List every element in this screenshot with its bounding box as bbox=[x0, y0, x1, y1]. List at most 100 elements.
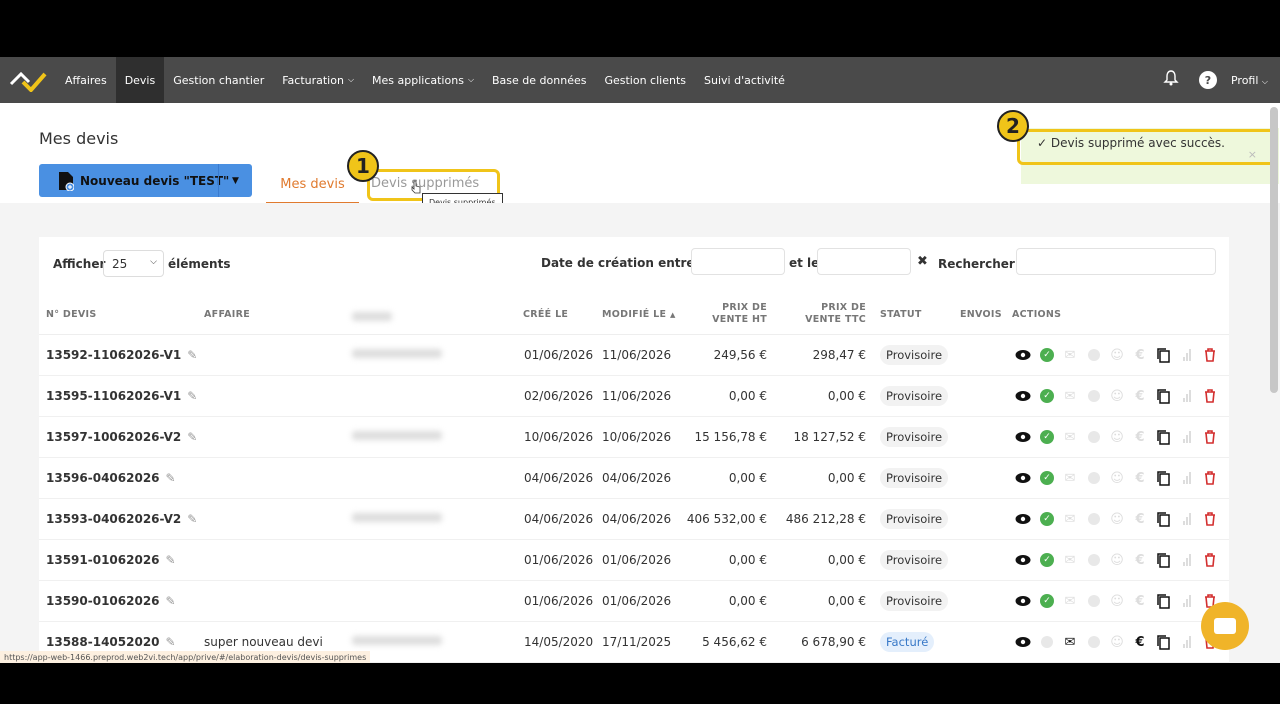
eye-icon[interactable] bbox=[1015, 347, 1031, 363]
nav-item-affaires[interactable]: Affaires bbox=[56, 57, 116, 103]
copy-icon[interactable] bbox=[1155, 634, 1171, 650]
check-green-icon[interactable]: ✓ bbox=[1039, 429, 1055, 445]
th-price-ttc[interactable]: PRIX DE VENTE TTC bbox=[789, 302, 866, 326]
mail-icon[interactable]: ✉ bbox=[1062, 511, 1078, 527]
mail-icon[interactable]: ✉ bbox=[1062, 593, 1078, 609]
date-from-input[interactable] bbox=[691, 248, 785, 275]
euro-icon[interactable]: € bbox=[1132, 511, 1148, 527]
copy-icon[interactable] bbox=[1155, 347, 1171, 363]
stats-icon[interactable] bbox=[1179, 593, 1195, 609]
smiley-icon[interactable]: ☺ bbox=[1109, 429, 1125, 445]
euro-icon[interactable]: € bbox=[1132, 347, 1148, 363]
edit-pencil-icon[interactable]: ✎ bbox=[166, 471, 176, 485]
table-row[interactable]: 13595-11062026-V1 ✎ 02/06/2026 11/06/2026 0,… bbox=[39, 376, 1229, 417]
smiley-icon[interactable]: ☺ bbox=[1109, 552, 1125, 568]
edit-pencil-icon[interactable]: ✎ bbox=[166, 635, 176, 649]
eye-icon[interactable] bbox=[1015, 634, 1031, 650]
stats-icon[interactable] bbox=[1179, 388, 1195, 404]
edit-pencil-icon[interactable]: ✎ bbox=[187, 389, 197, 403]
euro-icon[interactable]: € bbox=[1132, 593, 1148, 609]
quote-number[interactable]: 13588-14052020 ✎ bbox=[46, 635, 176, 649]
trash-icon[interactable] bbox=[1202, 388, 1218, 404]
quote-number[interactable]: 13593-04062026-V2 ✎ bbox=[46, 512, 197, 526]
sad-face-icon[interactable] bbox=[1086, 593, 1102, 609]
stats-icon[interactable] bbox=[1179, 511, 1195, 527]
th-status[interactable]: STATUT bbox=[880, 309, 922, 320]
table-row[interactable]: 13597-10062026-V2 ✎ 10/06/2026 10/06/2026 15… bbox=[39, 417, 1229, 458]
euro-icon[interactable]: € bbox=[1132, 388, 1148, 404]
check-green-icon[interactable]: ✓ bbox=[1039, 552, 1055, 568]
check-disabled-icon[interactable] bbox=[1039, 634, 1055, 650]
euro-icon[interactable]: € bbox=[1132, 429, 1148, 445]
stats-icon[interactable] bbox=[1179, 470, 1195, 486]
eye-icon[interactable] bbox=[1015, 429, 1031, 445]
app-logo[interactable] bbox=[0, 57, 56, 103]
smiley-icon[interactable]: ☺ bbox=[1109, 470, 1125, 486]
new-quote-dropdown-toggle[interactable]: ▼ bbox=[218, 164, 252, 197]
euro-icon[interactable]: € bbox=[1132, 552, 1148, 568]
stats-icon[interactable] bbox=[1179, 552, 1195, 568]
th-price-ht[interactable]: PRIX DE VENTE HT bbox=[699, 302, 767, 326]
mail-icon[interactable]: ✉ bbox=[1062, 429, 1078, 445]
smiley-icon[interactable]: ☺ bbox=[1109, 593, 1125, 609]
table-row[interactable]: 13593-04062026-V2 ✎ 04/06/2026 04/06/2026 40… bbox=[39, 499, 1229, 540]
help-icon[interactable]: ? bbox=[1198, 71, 1217, 89]
nav-item-gestion-chantier[interactable]: Gestion chantier bbox=[164, 57, 273, 103]
bell-icon[interactable] bbox=[1163, 70, 1179, 90]
sad-face-icon[interactable] bbox=[1086, 470, 1102, 486]
trash-icon[interactable] bbox=[1202, 470, 1218, 486]
quote-number[interactable]: 13596-04062026 ✎ bbox=[46, 471, 176, 485]
edit-pencil-icon[interactable]: ✎ bbox=[166, 553, 176, 567]
new-quote-button[interactable]: Nouveau devis "TEST" ▼ bbox=[39, 164, 252, 197]
trash-icon[interactable] bbox=[1202, 429, 1218, 445]
th-created[interactable]: CRÉÉ LE bbox=[523, 309, 568, 320]
edit-pencil-icon[interactable]: ✎ bbox=[187, 512, 197, 526]
nav-item-mes-applications[interactable]: Mes applications ⌵ bbox=[363, 57, 483, 103]
nav-item-suivi-d-activit-[interactable]: Suivi d'activité bbox=[695, 57, 794, 103]
copy-icon[interactable] bbox=[1155, 429, 1171, 445]
eye-icon[interactable] bbox=[1015, 511, 1031, 527]
trash-icon[interactable] bbox=[1202, 552, 1218, 568]
table-row[interactable]: 13592-11062026-V1 ✎ 01/06/2026 11/06/2026 24… bbox=[39, 335, 1229, 376]
euro-icon[interactable]: € bbox=[1132, 470, 1148, 486]
chat-button[interactable] bbox=[1201, 602, 1249, 650]
date-to-input[interactable] bbox=[817, 248, 911, 275]
stats-icon[interactable] bbox=[1179, 429, 1195, 445]
check-green-icon[interactable]: ✓ bbox=[1039, 593, 1055, 609]
euro-icon[interactable]: € bbox=[1132, 634, 1148, 650]
edit-pencil-icon[interactable]: ✎ bbox=[187, 430, 197, 444]
mail-icon[interactable]: ✉ bbox=[1062, 347, 1078, 363]
th-number[interactable]: N° DEVIS bbox=[46, 309, 97, 320]
stats-icon[interactable] bbox=[1179, 634, 1195, 650]
nav-item-base-de-donn-es[interactable]: Base de données bbox=[483, 57, 595, 103]
eye-icon[interactable] bbox=[1015, 552, 1031, 568]
mail-icon[interactable]: ✉ bbox=[1062, 388, 1078, 404]
sad-face-icon[interactable] bbox=[1086, 388, 1102, 404]
copy-icon[interactable] bbox=[1155, 593, 1171, 609]
nav-item-facturation[interactable]: Facturation ⌵ bbox=[273, 57, 363, 103]
trash-icon[interactable] bbox=[1202, 511, 1218, 527]
table-row[interactable]: 13596-04062026 ✎ 04/06/2026 04/06/2026 0,00 … bbox=[39, 458, 1229, 499]
edit-pencil-icon[interactable]: ✎ bbox=[187, 348, 197, 362]
check-green-icon[interactable]: ✓ bbox=[1039, 347, 1055, 363]
copy-icon[interactable] bbox=[1155, 511, 1171, 527]
eye-icon[interactable] bbox=[1015, 470, 1031, 486]
sad-face-icon[interactable] bbox=[1086, 347, 1102, 363]
copy-icon[interactable] bbox=[1155, 552, 1171, 568]
mail-icon[interactable]: ✉ bbox=[1062, 552, 1078, 568]
eye-icon[interactable] bbox=[1015, 593, 1031, 609]
mail-icon[interactable]: ✉ bbox=[1062, 470, 1078, 486]
tab-my-quotes[interactable]: Mes devis bbox=[266, 176, 359, 204]
trash-icon[interactable] bbox=[1202, 347, 1218, 363]
check-green-icon[interactable]: ✓ bbox=[1039, 388, 1055, 404]
profile-menu[interactable]: Profil ⌵ bbox=[1231, 74, 1280, 87]
stats-icon[interactable] bbox=[1179, 347, 1195, 363]
smiley-icon[interactable]: ☺ bbox=[1109, 388, 1125, 404]
clear-dates-icon[interactable]: ✖ bbox=[917, 254, 928, 269]
smiley-icon[interactable]: ☺ bbox=[1109, 347, 1125, 363]
smiley-icon[interactable]: ☺ bbox=[1109, 634, 1125, 650]
eye-icon[interactable] bbox=[1015, 388, 1031, 404]
copy-icon[interactable] bbox=[1155, 470, 1171, 486]
smiley-icon[interactable]: ☺ bbox=[1109, 511, 1125, 527]
sad-face-icon[interactable] bbox=[1086, 511, 1102, 527]
